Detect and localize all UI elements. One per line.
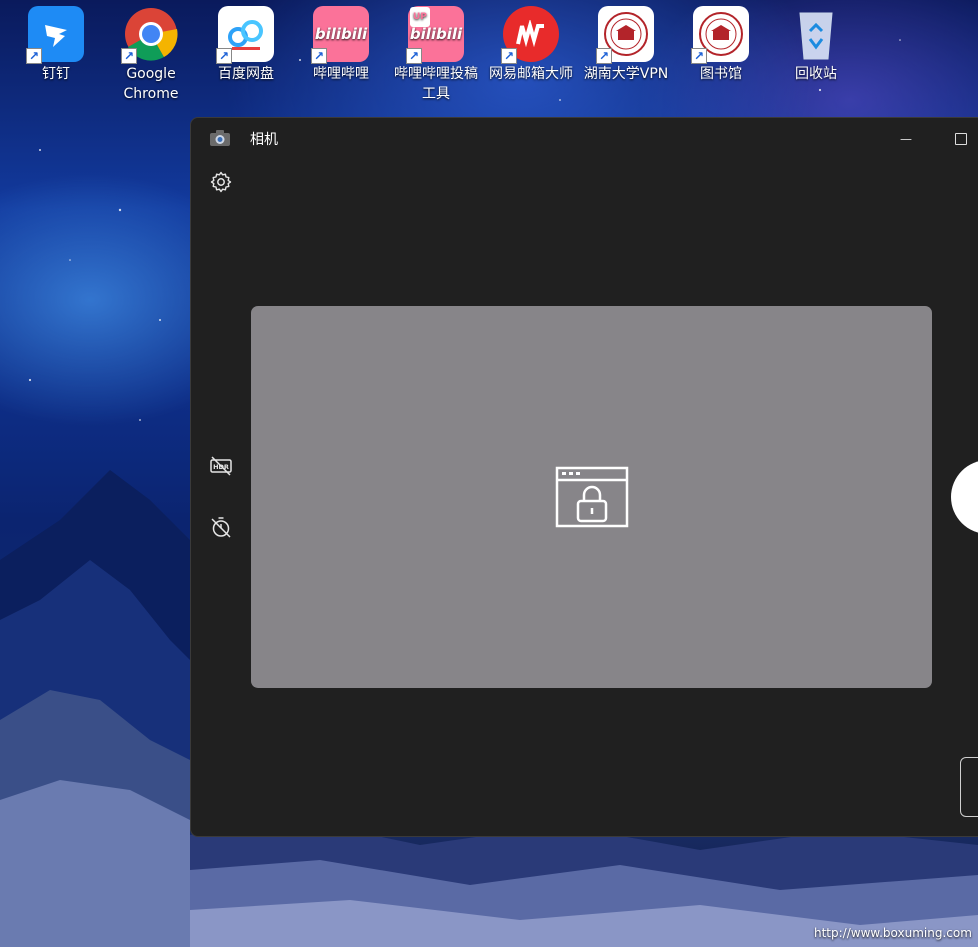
watermark: http://www.boxuming.com — [814, 926, 972, 940]
hdr-off-icon[interactable]: HDR — [209, 454, 233, 478]
netease-mail-icon: ↗ — [501, 6, 559, 64]
desktop-icon-label: 哔哩哔哩 — [313, 66, 369, 82]
shortcut-arrow-icon: ↗ — [501, 48, 517, 64]
up-badge: UP — [410, 7, 430, 27]
desktop-icon-label: 哔哩哔哩投稿 工具 — [394, 66, 478, 102]
recycle-bin-icon — [788, 6, 844, 62]
desktop-icon-label: 回收站 — [795, 66, 837, 82]
library-emblem-icon: ↗ — [691, 6, 749, 64]
camera-icon — [210, 130, 230, 146]
desktop-icon-label: 图书馆 — [700, 66, 742, 82]
desktop-icon-bilibili-upload-tool[interactable]: bilibili UP ↗ 哔哩哔哩投稿 工具 — [390, 6, 482, 104]
gear-icon[interactable] — [209, 170, 233, 194]
shortcut-arrow-icon: ↗ — [216, 48, 232, 64]
window-title: 相机 — [250, 132, 278, 148]
shortcut-arrow-icon: ↗ — [406, 48, 422, 64]
bilibili-icon: bilibili ↗ — [311, 6, 369, 64]
dingtalk-icon: ↗ — [26, 6, 84, 64]
hnu-emblem-icon: ↗ — [596, 6, 654, 64]
shortcut-arrow-icon: ↗ — [121, 48, 137, 64]
browser-lock-icon — [555, 466, 629, 528]
camera-window[interactable]: 相机 — HDR — [190, 117, 978, 837]
desktop-icon-bilibili[interactable]: bilibili ↗ 哔哩哔哩 — [295, 6, 387, 84]
baidu-netdisk-icon: ↗ — [216, 6, 274, 64]
desktop-icon-dingtalk[interactable]: ↗ 钉钉 — [10, 6, 102, 84]
shortcut-arrow-icon: ↗ — [311, 48, 327, 64]
maximize-icon — [955, 133, 967, 145]
desktop-icon-label: 网易邮箱大师 — [489, 66, 573, 82]
chrome-icon: ↗ — [121, 6, 179, 64]
desktop-icon-label: 百度网盘 — [218, 66, 274, 82]
desktop-icon-netease-mail[interactable]: ↗ 网易邮箱大师 — [485, 6, 577, 84]
camera-preview — [251, 306, 932, 688]
maximize-button[interactable] — [946, 124, 976, 154]
title-bar[interactable]: 相机 — — [191, 118, 978, 158]
desktop-icon-chrome[interactable]: ↗ Google Chrome — [105, 6, 197, 104]
shortcut-arrow-icon: ↗ — [596, 48, 612, 64]
shutter-button[interactable] — [951, 460, 978, 534]
desktop-icon-library[interactable]: ↗ 图书馆 — [675, 6, 767, 84]
bilibili-upload-icon: bilibili UP ↗ — [406, 6, 464, 64]
desktop-icon-label: Google Chrome — [123, 66, 179, 102]
minimize-glyph: — — [900, 132, 912, 146]
minimize-button[interactable]: — — [891, 124, 921, 154]
shortcut-arrow-icon: ↗ — [26, 48, 42, 64]
desktop-icon-recycle-bin[interactable]: 回收站 — [770, 6, 862, 84]
desktop-icon-label: 钉钉 — [42, 66, 70, 82]
timer-off-icon[interactable] — [209, 515, 233, 539]
last-capture-thumbnail[interactable] — [960, 757, 978, 817]
desktop-icon-label: 湖南大学VPN — [583, 66, 669, 82]
desktop-icon-baidu-netdisk[interactable]: ↗ 百度网盘 — [200, 6, 292, 84]
desktop-icon-hnu-vpn[interactable]: ↗ 湖南大学VPN — [580, 6, 672, 84]
shortcut-arrow-icon: ↗ — [691, 48, 707, 64]
